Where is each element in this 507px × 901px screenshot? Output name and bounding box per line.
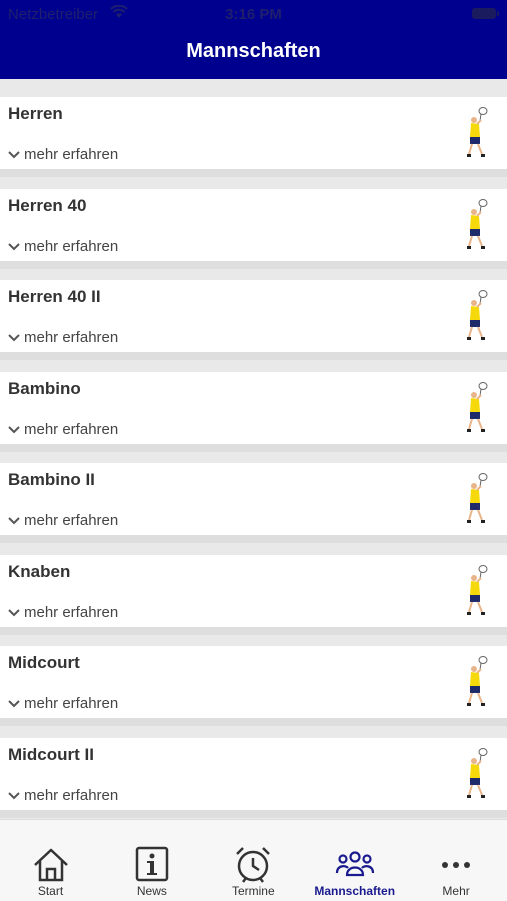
more-info-toggle[interactable]: mehr erfahren — [8, 421, 118, 438]
team-name: Knaben — [8, 561, 71, 581]
chevron-down-icon — [8, 334, 20, 342]
team-card-midcourt-ii[interactable]: Midcourt II mehr erfahren — [0, 737, 507, 818]
more-info-label: mehr erfahren — [24, 237, 119, 255]
more-info-label: mehr erfahren — [24, 603, 119, 621]
team-card-herren[interactable]: Herren mehr erfahren — [0, 97, 507, 177]
team-card-midcourt[interactable]: Midcourt mehr erfahren — [0, 646, 507, 726]
tab-label: Mehr — [442, 884, 470, 898]
chevron-down-icon — [8, 425, 20, 433]
status-bar: Netzbetreiber 3:16 PM — [0, 0, 507, 28]
more-info-toggle[interactable]: mehr erfahren — [8, 695, 118, 712]
more-info-label: mehr erfahren — [24, 146, 119, 163]
team-card-bambino-ii[interactable]: Bambino II mehr erfahren — [0, 463, 507, 543]
team-name: Herren — [8, 104, 63, 123]
tennis-player-icon — [467, 381, 488, 432]
team-name: Midcourt II — [8, 744, 94, 764]
team-name: Bambino — [8, 378, 81, 398]
team-list: Herren mehr erfahren Herren 40 mehr erfa… — [0, 79, 507, 819]
tab-mannschaften[interactable]: Mannschaften — [304, 820, 405, 901]
tennis-player-icon — [467, 656, 488, 706]
more-info-label: mehr erfahren — [24, 786, 119, 804]
chevron-down-icon — [8, 608, 20, 616]
group-icon — [335, 851, 374, 877]
more-info-label: mehr erfahren — [24, 695, 119, 712]
battery-icon — [472, 8, 499, 19]
tab-label: News — [136, 884, 167, 898]
tab-bar: Start News Termine Mannschaften Mehr — [0, 819, 507, 901]
team-name: Herren 40 — [8, 195, 87, 215]
chevron-down-icon — [8, 791, 20, 799]
more-info-toggle[interactable]: mehr erfahren — [8, 329, 118, 346]
team-card-herren-40[interactable]: Herren 40 mehr erfahren — [0, 188, 507, 269]
tab-label: Mannschaften — [314, 884, 396, 898]
more-info-toggle[interactable]: mehr erfahren — [8, 238, 118, 255]
team-name: Bambino II — [8, 470, 95, 489]
page-title: Mannschaften — [186, 40, 321, 62]
team-card-bambino[interactable]: Bambino mehr erfahren — [0, 371, 507, 452]
tennis-player-icon — [467, 747, 488, 798]
more-info-label: mehr erfahren — [24, 420, 119, 438]
more-info-toggle[interactable]: mehr erfahren — [8, 146, 118, 163]
tennis-player-icon — [467, 473, 488, 523]
chevron-down-icon — [8, 700, 20, 708]
tab-mehr[interactable]: Mehr — [406, 820, 507, 901]
tennis-player-icon — [467, 564, 488, 615]
more-dots-icon — [442, 862, 471, 868]
tennis-player-icon — [467, 107, 488, 157]
chevron-down-icon — [8, 517, 20, 525]
team-name: Herren 40 II — [8, 287, 101, 306]
tab-label: Termine — [231, 884, 275, 898]
team-name: Midcourt — [8, 653, 80, 672]
more-info-toggle[interactable]: mehr erfahren — [8, 512, 118, 529]
chevron-down-icon — [8, 151, 20, 159]
info-icon — [135, 846, 169, 882]
alarm-clock-icon — [236, 847, 271, 883]
team-card-knaben[interactable]: Knaben mehr erfahren — [0, 554, 507, 635]
more-info-label: mehr erfahren — [24, 329, 119, 346]
home-icon — [33, 848, 68, 882]
status-time: 3:16 PM — [225, 6, 282, 23]
tab-start[interactable]: Start — [0, 820, 101, 901]
team-card-herren-40-ii[interactable]: Herren 40 II mehr erfahren — [0, 280, 507, 360]
chevron-down-icon — [8, 242, 20, 250]
more-info-label: mehr erfahren — [24, 512, 119, 529]
tennis-player-icon — [467, 290, 488, 340]
more-info-toggle[interactable]: mehr erfahren — [8, 787, 118, 804]
tab-news[interactable]: News — [101, 820, 202, 901]
tab-label: Start — [37, 884, 64, 898]
tennis-player-icon — [467, 198, 488, 249]
more-info-toggle[interactable]: mehr erfahren — [8, 604, 118, 621]
tab-termine[interactable]: Termine — [203, 820, 304, 901]
app-header: Netzbetreiber 3:16 PM Mannschaften — [0, 0, 507, 79]
